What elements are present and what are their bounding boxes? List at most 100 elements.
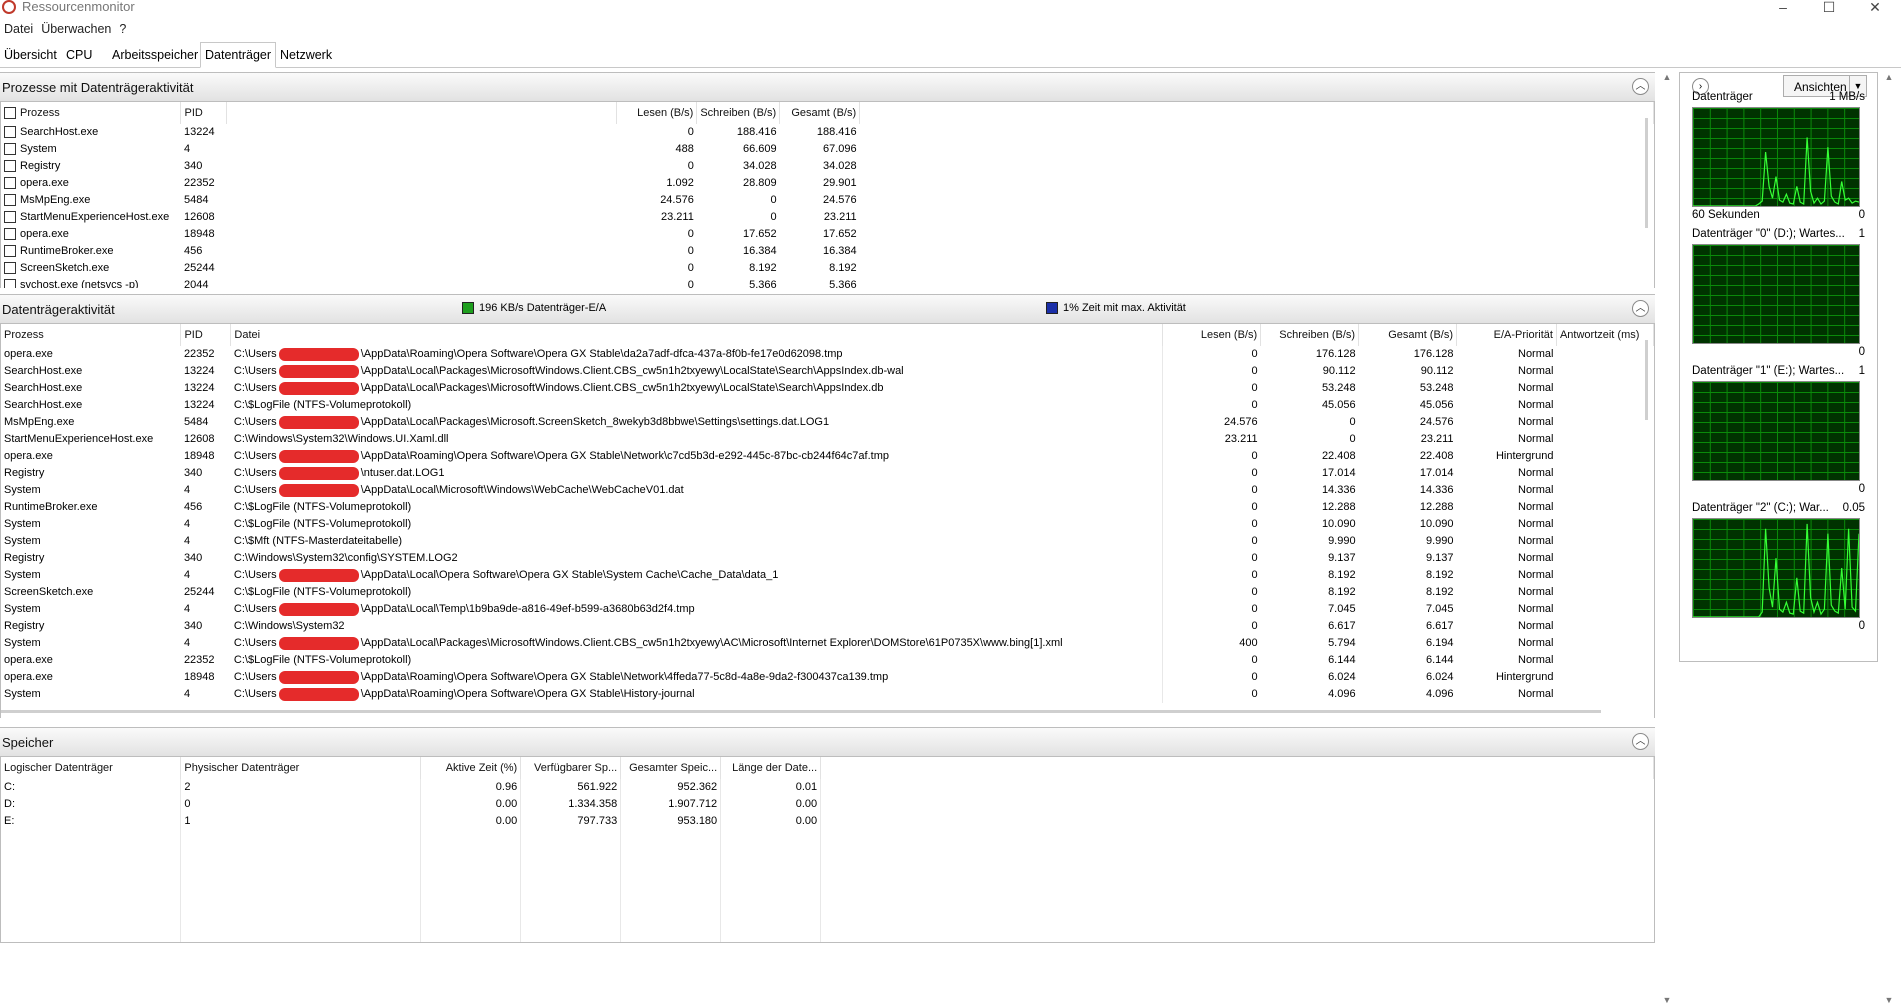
process-checkbox[interactable] [4,160,16,173]
write-cell: 66.609 [743,143,777,155]
write-cell: 176.128 [1315,348,1356,360]
disk-activity-section-header[interactable]: Datenträgeraktivität 196 KB/s Datenträge… [0,294,1655,324]
process-checkbox[interactable] [4,211,16,224]
col-header-gesamter-speicher[interactable]: Gesamter Speic... [620,757,722,779]
maximize-button[interactable]: ☐ [1806,0,1852,16]
process-checkbox[interactable] [4,126,16,139]
total-space-cell: 952.362 [620,779,722,796]
col-header-ea-prioritaet[interactable]: E/A-Priorität [1456,324,1557,346]
disk-activity-row[interactable]: MsMpEng.exe 5484 C:\Users \AppData\Local\Pa… [1,414,1654,431]
disk-activity-row[interactable]: System 4 C:\Users \AppData\Roaming\Opera So… [1,686,1654,703]
col-header-aktive-zeit[interactable]: Aktive Zeit (%) [420,757,522,779]
col-header-physischer-datentraeger[interactable]: Physischer Datenträger [180,757,422,779]
disk-activity-row[interactable]: SearchHost.exe 13224 C:\Users \AppData\Loca… [1,363,1654,380]
storage-row[interactable]: C: 2 0.96 561.922 952.362 0.01 [1,779,1654,796]
tab-datentraeger[interactable]: Datenträger [200,42,277,68]
process-checkbox[interactable] [4,194,16,207]
main-scrollbar[interactable]: ▲ ▼ [1660,72,1674,1007]
process-checkbox[interactable] [4,279,16,288]
col-header-schreiben[interactable]: Schreiben (B/s) [696,102,781,124]
panel-scrollbar[interactable]: ▲ ▼ [1882,72,1896,1007]
disk-activity-row[interactable]: System 4 C:\Users \AppData\Local\Opera Soft… [1,567,1654,584]
disk-activity-row[interactable]: SearchHost.exe 13224 C:\Users \AppData\Loca… [1,380,1654,397]
menu-datei[interactable]: Datei [0,20,37,38]
col-header-antwortzeit[interactable]: Antwortzeit (ms) [1556,324,1654,346]
collapse-disk-activity-button[interactable]: ︿ [1632,300,1649,317]
total-space-cell: 953.180 [620,813,722,830]
storage-row[interactable]: D: 0 0.00 1.334.358 1.907.712 0.00 [1,796,1654,813]
menu-ueberwachen[interactable]: Überwachen [37,20,115,38]
process-checkbox[interactable] [4,262,16,275]
process-checkbox[interactable] [4,177,16,190]
collapse-storage-button[interactable]: ︿ [1632,733,1649,750]
col-header-lesen[interactable]: Lesen (B/s) [1162,324,1262,346]
total-cell: 6.024 [1426,671,1454,683]
filler-cell [620,830,722,942]
process-row[interactable]: opera.exe 18948 0 17.652 17.652 [1,226,1654,243]
tab-uebersicht[interactable]: Übersicht [0,45,61,65]
process-row[interactable]: opera.exe 22352 1.092 28.809 29.901 [1,175,1654,192]
disk-activity-row[interactable]: opera.exe 18948 C:\Users \AppData\Roaming\O… [1,448,1654,465]
process-row[interactable]: svchost.exe (netsvcs -p) 2044 0 5.366 5.366 [1,277,1654,288]
process-row[interactable]: Registry 340 0 34.028 34.028 [1,158,1654,175]
col-header-schreiben[interactable]: Schreiben (B/s) [1260,324,1360,346]
disk-activity-row[interactable]: opera.exe 22352 C:\Users \AppData\Roaming\O… [1,346,1654,363]
disk-activity-scrollbar[interactable] [1645,340,1648,420]
file-cell: C:\Users \AppData\Local\Microsoft\Windows… [230,482,1164,499]
process-name-cell: System [4,637,41,649]
col-header-datei[interactable]: Datei [230,324,1164,346]
tab-netzwerk[interactable]: Netzwerk [276,45,336,65]
process-row[interactable]: StartMenuExperienceHost.exe 12608 23.211 0 2… [1,209,1654,226]
menu-help[interactable]: ? [115,20,130,38]
disk-activity-row[interactable]: System 4 C:\$LogFile (NTFS-Volumeprotokoll… [1,516,1654,533]
col-header-logischer-datentraeger[interactable]: Logischer Datenträger [1,757,182,779]
time-legend: 1% Zeit mit max. Aktivität [1046,302,1186,315]
process-row[interactable]: MsMpEng.exe 5484 24.576 0 24.576 [1,192,1654,209]
disk-activity-row[interactable]: ScreenSketch.exe 25244 C:\$LogFile (NTFS-V… [1,584,1654,601]
col-header-pid[interactable]: PID [180,102,228,124]
process-checkbox[interactable] [4,228,16,241]
col-header-lesen[interactable]: Lesen (B/s) [616,102,698,124]
response-time-cell [1556,414,1653,431]
disk-activity-row[interactable]: Registry 340 C:\Users \ntuser.dat.LOG1 0 17.0… [1,465,1654,482]
disk-activity-row[interactable]: RuntimeBroker.exe 456 C:\$LogFile (NTFS-Vo… [1,499,1654,516]
spacer-cell [227,175,617,192]
process-row[interactable]: System 4 488 66.609 67.096 [1,141,1654,158]
col-header-gesamt[interactable]: Gesamt (B/s) [1358,324,1458,346]
processes-scrollbar[interactable] [1645,118,1648,228]
close-button[interactable]: ✕ [1852,0,1898,16]
disk-activity-row[interactable]: System 4 C:\$Mft (NTFS-Masterdateitabelle)… [1,533,1654,550]
storage-section-header[interactable]: Speicher ︿ [0,727,1655,757]
disk-activity-row[interactable]: Registry 340 C:\Windows\System32 0 6.617 6.61… [1,618,1654,635]
file-path-suffix: \AppData\Local\Opera Software\Opera GX S… [360,569,779,581]
disk-activity-row[interactable]: Registry 340 C:\Windows\System32\config\SY… [1,550,1654,567]
disk-activity-row[interactable]: opera.exe 18948 C:\Users \AppData\Roaming\O… [1,669,1654,686]
disk-activity-hscrollbar[interactable] [1,710,1601,713]
col-header-warteschlangenlaenge[interactable]: Länge der Date... [720,757,822,779]
col-header-prozess[interactable]: Prozess [1,102,182,124]
processes-section-header[interactable]: Prozesse mit Datenträgeraktivität ︿ [0,72,1655,102]
tab-arbeitsspeicher[interactable]: Arbeitsspeicher [108,45,202,65]
process-row[interactable]: SearchHost.exe 13224 0 188.416 188.416 [1,124,1654,141]
process-row[interactable]: ScreenSketch.exe 25244 0 8.192 8.192 [1,260,1654,277]
select-all-checkbox[interactable] [4,107,16,120]
total-cell: 23.211 [823,211,857,223]
disk-activity-row[interactable]: SearchHost.exe 13224 C:\$LogFile (NTFS-Vol… [1,397,1654,414]
storage-row[interactable]: E: 1 0.00 797.733 953.180 0.00 [1,813,1654,830]
collapse-processes-button[interactable]: ︿ [1632,78,1649,95]
disk-activity-row[interactable]: opera.exe 22352 C:\$LogFile (NTFS-Volumepr… [1,652,1654,669]
disk-activity-row[interactable]: System 4 C:\Users \AppData\Local\Microsoft\… [1,482,1654,499]
process-checkbox[interactable] [4,143,16,156]
col-header-gesamt[interactable]: Gesamt (B/s) [779,102,861,124]
disk-activity-row[interactable]: System 4 C:\Users \AppData\Local\Packages\M… [1,635,1654,652]
disk-activity-row[interactable]: System 4 C:\Users \AppData\Local\Temp\1b9ba… [1,601,1654,618]
col-header-pid[interactable]: PID [180,324,232,346]
col-header-verfuegbarer-speicher[interactable]: Verfügbarer Sp... [520,757,622,779]
process-checkbox[interactable] [4,245,16,258]
queue-length-cell: 0.00 [720,796,822,813]
col-header-prozess[interactable]: Prozess [1,324,182,346]
process-row[interactable]: RuntimeBroker.exe 456 0 16.384 16.384 [1,243,1654,260]
disk-activity-row[interactable]: StartMenuExperienceHost.exe 12608 C:\Windo… [1,431,1654,448]
tab-cpu[interactable]: CPU [62,45,96,65]
minimize-button[interactable]: – [1760,0,1806,16]
